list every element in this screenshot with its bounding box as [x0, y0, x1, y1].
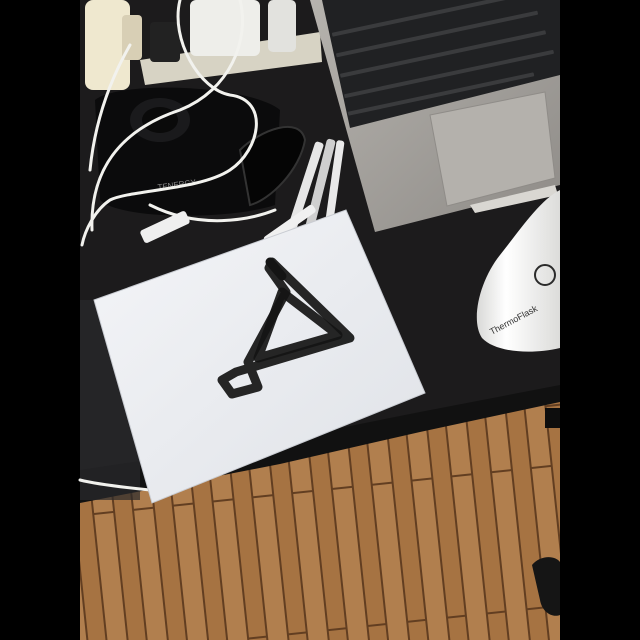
photo-scene: TENERGY ThermoFlask — [0, 0, 640, 640]
right-black-bar — [560, 0, 640, 640]
photo-frame: TENERGY ThermoFlask — [0, 0, 640, 640]
left-black-bar — [0, 0, 80, 640]
desk-leg — [545, 408, 560, 428]
